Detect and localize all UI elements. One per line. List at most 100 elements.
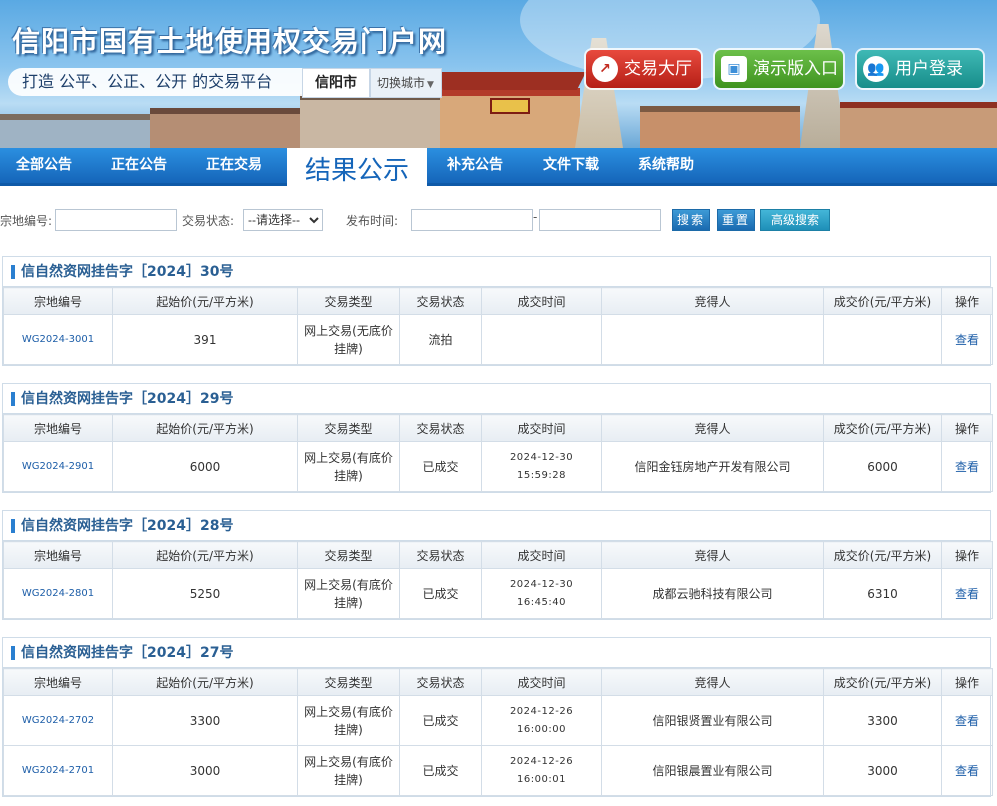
table-row: WG2024-3001 391 网上交易(无底价挂牌) 流拍 查看 <box>3 314 993 365</box>
col-trade-status-cell: 已成交 <box>399 745 482 796</box>
user-login-button[interactable]: 👥 用户登录 <box>857 50 983 88</box>
result-block: 信自然资网挂告字［2024］30号 宗地编号 起始价(元/平方米) 交易类型 交易状态 成… <box>2 256 993 366</box>
col-action-header: 操作 <box>941 541 993 569</box>
parcel-code-input[interactable] <box>55 209 177 231</box>
col-parcel-code-header: 宗地编号 <box>3 287 113 315</box>
nav-all-notices[interactable]: 全部公告 <box>16 148 72 183</box>
trend-chart-icon: ↗ <box>592 56 618 82</box>
col-trade-status-cell: 已成交 <box>399 568 482 619</box>
col-trade-type-header: 交易类型 <box>297 541 400 569</box>
table-row: WG2024-2701 3000 网上交易(有底价挂牌) 已成交 2024-12-26 … <box>3 745 993 796</box>
date-start-input[interactable] <box>411 209 533 231</box>
col-start-price-cell: 3300 <box>112 695 298 746</box>
date-label: 发布时间: <box>346 214 399 228</box>
col-deal-time-cell: 2024-12-30 16:45:40 <box>481 568 602 619</box>
view-link[interactable]: 查看 <box>941 745 993 796</box>
parcel-label: 宗地编号: <box>0 214 53 228</box>
col-trade-status-header: 交易状态 <box>399 414 482 442</box>
col-trade-status-header: 交易状态 <box>399 668 482 696</box>
col-trade-type-cell: 网上交易(有底价挂牌) <box>297 745 400 796</box>
search-bar: 宗地编号: 交易状态: --请选择-- 发布时间: - 搜索 重置 高级搜索 <box>0 208 997 234</box>
switch-city-label: 切换城市 <box>377 76 426 90</box>
block-title: 信自然资网挂告字［2024］28号 <box>3 511 990 541</box>
col-parcel-code-header: 宗地编号 <box>3 414 113 442</box>
building-decor <box>300 94 440 148</box>
col-trade-type-cell: 网上交易(有底价挂牌) <box>297 695 400 746</box>
col-winner-cell: 成都云驰科技有限公司 <box>601 568 824 619</box>
building-decor <box>640 106 800 148</box>
status-select[interactable]: --请选择-- <box>243 209 323 231</box>
col-winner-header: 竞得人 <box>601 668 824 696</box>
col-start-price-cell: 3000 <box>112 745 298 796</box>
col-deal-price-header: 成交价(元/平方米) <box>823 541 942 569</box>
col-start-price-header: 起始价(元/平方米) <box>112 414 298 442</box>
block-title: 信自然资网挂告字［2024］30号 <box>3 257 990 287</box>
date-end-input[interactable] <box>539 209 661 231</box>
col-trade-status-header: 交易状态 <box>399 287 482 315</box>
col-trade-status-cell: 已成交 <box>399 441 482 492</box>
col-trade-type-header: 交易类型 <box>297 668 400 696</box>
col-deal-time-header: 成交时间 <box>481 414 602 442</box>
nav-trading[interactable]: 正在交易 <box>206 148 262 183</box>
site-title: 信阳市国有土地使用权交易门户网 <box>12 25 448 58</box>
nav-results[interactable]: 结果公示 <box>287 148 427 186</box>
col-start-price-header: 起始价(元/平方米) <box>112 287 298 315</box>
col-trade-status-cell: 流拍 <box>399 314 482 365</box>
gate-roof-decor <box>434 72 586 90</box>
date-range-dash: - <box>533 210 538 224</box>
trade-hall-button[interactable]: ↗ 交易大厅 <box>586 50 701 88</box>
col-trade-type-cell: 网上交易(无底价挂牌) <box>297 314 400 365</box>
col-winner-cell <box>601 314 824 365</box>
reset-button[interactable]: 重置 <box>717 209 755 231</box>
block-title: 信自然资网挂告字［2024］29号 <box>3 384 990 414</box>
table-row: WG2024-2901 6000 网上交易(有底价挂牌) 已成交 2024-12-30 … <box>3 441 993 492</box>
gate-sign-decor <box>490 98 530 114</box>
nav-announcing[interactable]: 正在公告 <box>111 148 167 183</box>
nav-help[interactable]: 系统帮助 <box>638 148 694 183</box>
col-winner-header: 竞得人 <box>601 414 824 442</box>
building-decor <box>150 108 300 148</box>
view-link[interactable]: 查看 <box>941 695 993 746</box>
col-deal-price-header: 成交价(元/平方米) <box>823 414 942 442</box>
col-trade-type-cell: 网上交易(有底价挂牌) <box>297 568 400 619</box>
col-trade-status-cell: 已成交 <box>399 695 482 746</box>
col-deal-price-header: 成交价(元/平方米) <box>823 668 942 696</box>
result-block: 信自然资网挂告字［2024］28号 宗地编号 起始价(元/平方米) 交易类型 交易状态成… <box>2 510 993 620</box>
advanced-search-button[interactable]: 高级搜索 <box>760 209 830 231</box>
parcel-code-link[interactable]: WG2024-2702 <box>3 695 113 746</box>
building-decor <box>840 102 997 148</box>
users-icon: 👥 <box>863 56 889 82</box>
col-winner-cell: 信阳银晨置业有限公司 <box>601 745 824 796</box>
chevron-down-icon: ▼ <box>427 80 434 90</box>
table-row: WG2024-2801 5250 网上交易(有底价挂牌) 已成交 2024-12-30 … <box>3 568 993 619</box>
col-deal-price-cell: 3300 <box>823 695 942 746</box>
col-winner-cell: 信阳银贤置业有限公司 <box>601 695 824 746</box>
col-parcel-code-header: 宗地编号 <box>3 668 113 696</box>
col-action-header: 操作 <box>941 668 993 696</box>
header-banner: 信阳市国有土地使用权交易门户网 打造 公平、公正、公开 的交易平台 信阳市 切换… <box>0 0 997 148</box>
parcel-code-link[interactable]: WG2024-2901 <box>3 441 113 492</box>
slogan: 打造 公平、公正、公开 的交易平台 <box>8 68 304 96</box>
parcel-code-link[interactable]: WG2024-3001 <box>3 314 113 365</box>
demo-entry-button[interactable]: ▣ 演示版入口 <box>715 50 843 88</box>
col-start-price-cell: 5250 <box>112 568 298 619</box>
view-link[interactable]: 查看 <box>941 314 993 365</box>
trade-hall-label: 交易大厅 <box>624 59 692 79</box>
col-deal-price-header: 成交价(元/平方米) <box>823 287 942 315</box>
col-start-price-header: 起始价(元/平方米) <box>112 668 298 696</box>
nav-supplementary[interactable]: 补充公告 <box>447 148 503 183</box>
result-block: 信自然资网挂告字［2024］29号 宗地编号 起始价(元/平方米) 交易类型 交易状态成… <box>2 383 993 493</box>
col-trade-type-cell: 网上交易(有底价挂牌) <box>297 441 400 492</box>
results-table: 宗地编号 起始价(元/平方米) 交易类型 交易状态 成交时间 竞得人 成交价(元/平方米) 操… <box>3 541 993 619</box>
view-link[interactable]: 查看 <box>941 568 993 619</box>
nav-downloads[interactable]: 文件下载 <box>543 148 599 183</box>
main-nav: 全部公告 正在公告 正在交易 结果公示 补充公告 文件下载 系统帮助 <box>0 148 997 186</box>
search-button[interactable]: 搜索 <box>672 209 710 231</box>
parcel-code-link[interactable]: WG2024-2801 <box>3 568 113 619</box>
block-title: 信自然资网挂告字［2024］27号 <box>3 638 990 668</box>
view-link[interactable]: 查看 <box>941 441 993 492</box>
col-trade-type-header: 交易类型 <box>297 287 400 315</box>
parcel-code-link[interactable]: WG2024-2701 <box>3 745 113 796</box>
col-start-price-cell: 6000 <box>112 441 298 492</box>
switch-city-dropdown[interactable]: 切换城市 ▼ <box>370 68 442 98</box>
